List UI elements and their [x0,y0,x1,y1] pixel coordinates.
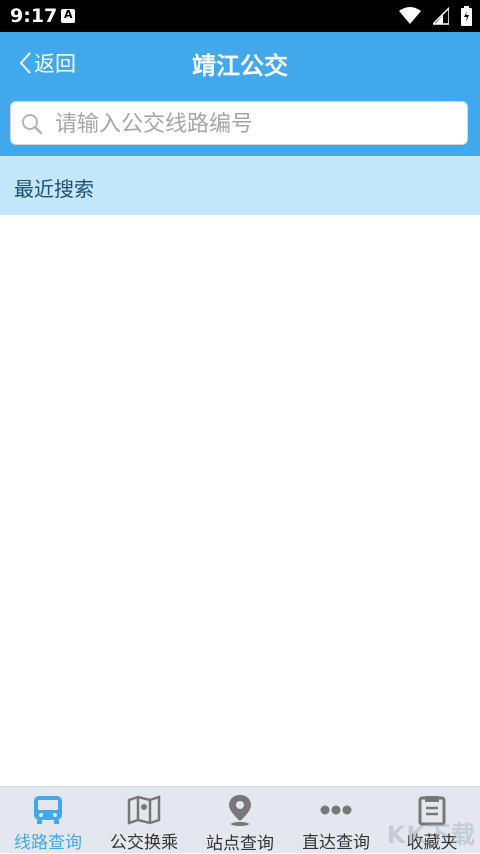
nav-label: 公交换乘 [110,833,178,853]
status-time: 9:17 [10,5,58,27]
nav-label: 直达查询 [302,833,370,853]
search-icon [22,114,43,135]
bus-icon [34,795,62,824]
status-icons [399,6,472,26]
watermark: KK下载 [386,821,476,849]
signal-icon [433,7,449,25]
page-title: 靖江公交 [192,52,288,80]
nav-label: 线路查询 [14,833,82,853]
nav-item-direct-query[interactable]: 直达查询 [288,787,384,853]
wifi-icon [399,7,421,24]
battery-icon [461,6,472,26]
nav-item-line-query[interactable]: 线路查询 [0,787,96,853]
notification-icon: A [61,8,75,23]
recent-searches-label: 最近搜索 [14,177,94,201]
search-input[interactable] [53,102,457,146]
map-icon [127,794,161,825]
location-pin-icon [229,795,251,826]
status-bar: 9:17 A [0,0,480,32]
nav-label: 站点查询 [206,834,274,854]
nav-item-station-query[interactable]: 站点查询 [192,787,288,854]
dots-icon [320,805,352,814]
search-box[interactable] [10,101,468,146]
recent-searches-list [0,215,480,786]
app-header: 返回 靖江公交 [0,32,480,156]
recent-searches-header: 最近搜索 [0,156,480,215]
nav-item-transfer[interactable]: 公交换乘 [96,787,192,853]
